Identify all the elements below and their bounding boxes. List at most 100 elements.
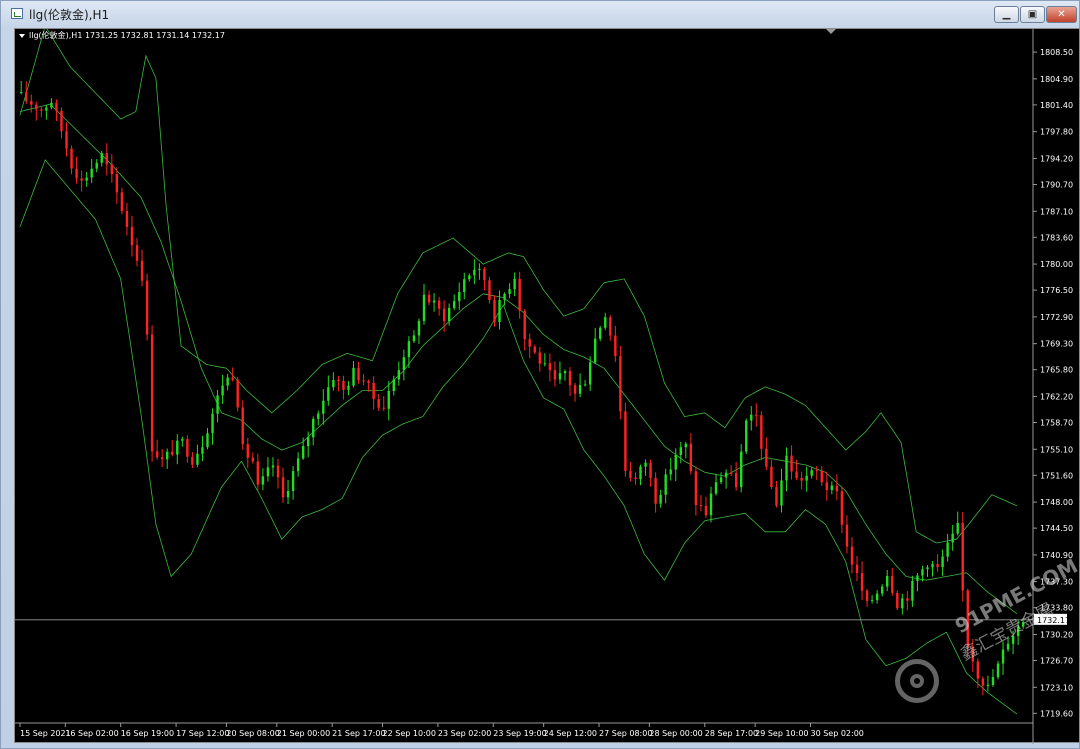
candle xyxy=(80,170,83,192)
candle xyxy=(347,381,350,396)
candle xyxy=(729,465,733,477)
y-tick-label: 1787.10 xyxy=(1040,207,1073,216)
candle xyxy=(714,474,718,496)
candle xyxy=(513,272,516,297)
candle-body xyxy=(70,148,73,169)
candle xyxy=(750,406,753,431)
candle xyxy=(478,263,481,280)
candle xyxy=(845,515,849,554)
candle xyxy=(493,295,496,327)
candle-body xyxy=(60,110,63,132)
candle xyxy=(191,452,194,469)
x-tick-label: 21 Sep 00:00 xyxy=(277,729,330,738)
candle xyxy=(840,486,844,534)
candle xyxy=(966,588,969,656)
candle-body xyxy=(870,600,874,602)
candle xyxy=(790,445,793,480)
candle-body xyxy=(991,677,995,685)
restore-button[interactable]: ▣ xyxy=(1020,6,1045,23)
candle-body xyxy=(694,471,698,506)
title-bar[interactable]: llg(伦敦金),H1 ▁ ▣ ✕ xyxy=(1,1,1079,27)
candle xyxy=(201,435,204,462)
candle-body xyxy=(810,470,813,476)
candle xyxy=(437,296,441,316)
candle-body xyxy=(271,465,275,468)
candle-body xyxy=(986,684,990,686)
candle-body xyxy=(734,472,738,488)
candle xyxy=(483,267,486,291)
candle xyxy=(875,590,879,604)
candle-body xyxy=(337,379,340,381)
candle-body xyxy=(362,380,365,382)
candle-body xyxy=(891,576,894,593)
candle xyxy=(860,561,864,600)
candle xyxy=(669,457,672,481)
candle-body xyxy=(95,162,98,169)
candle-body xyxy=(412,335,416,342)
candle-body xyxy=(583,384,587,386)
candle-body xyxy=(644,462,647,467)
candle-body xyxy=(65,131,68,149)
x-tick-label: 24 Sep 12:00 xyxy=(544,729,597,738)
candlestick-chart[interactable]: 1808.50 1804.90 1801.40 1797.80 1794.20 1790.… xyxy=(15,29,1080,744)
candle xyxy=(251,452,255,464)
candle-body xyxy=(981,678,985,686)
candle xyxy=(468,273,471,282)
close-button[interactable]: ✕ xyxy=(1046,6,1077,23)
candle-body xyxy=(176,440,179,455)
candle-body xyxy=(679,447,682,456)
candle xyxy=(85,171,88,187)
candle-body xyxy=(397,370,401,380)
candle xyxy=(286,479,290,505)
candle xyxy=(110,154,114,183)
candle-body xyxy=(251,457,255,462)
candle-body xyxy=(815,470,818,472)
candle xyxy=(35,101,38,121)
y-tick-label: 1755.10 xyxy=(1040,445,1073,454)
candle-body xyxy=(906,598,909,601)
candle xyxy=(740,444,743,493)
candle xyxy=(322,389,325,425)
candle xyxy=(186,435,189,463)
candle-body xyxy=(40,109,43,111)
candle-body xyxy=(855,564,859,574)
chart-area[interactable]: 1808.50 1804.90 1801.40 1797.80 1794.20 1790.… xyxy=(14,28,1080,744)
candle-body xyxy=(1006,643,1010,650)
candle-body xyxy=(835,485,839,492)
candle xyxy=(654,472,657,513)
x-tick-label: 29 Sep 10:00 xyxy=(755,729,808,738)
minimize-button[interactable]: ▁ xyxy=(994,6,1019,23)
y-tick-label: 1733.80 xyxy=(1040,604,1073,613)
candle-body xyxy=(201,447,204,454)
candle xyxy=(780,468,783,513)
y-tick-label: 1776.50 xyxy=(1040,286,1073,295)
candle-body xyxy=(45,107,48,111)
candle-body xyxy=(352,367,355,386)
y-tick-label: 1726.70 xyxy=(1040,657,1073,666)
y-tick-label: 1772.90 xyxy=(1040,313,1073,322)
candle-body xyxy=(332,379,335,388)
candle-body xyxy=(317,413,320,419)
candle xyxy=(387,381,390,421)
candle-body xyxy=(407,341,411,358)
candle xyxy=(825,471,828,501)
candle xyxy=(820,465,823,486)
candle xyxy=(246,437,249,469)
candle-body xyxy=(523,310,526,340)
candle-body xyxy=(659,494,662,504)
candle-body xyxy=(639,466,642,479)
candle xyxy=(45,104,48,120)
candle-body xyxy=(236,379,239,408)
bollinger-lower-band xyxy=(19,159,1018,715)
chart-shift-marker-icon xyxy=(826,29,836,34)
candle-body xyxy=(463,279,466,293)
candle xyxy=(40,106,43,118)
candle xyxy=(755,403,758,427)
candle xyxy=(211,408,214,445)
candle-body xyxy=(135,245,139,261)
candle-body xyxy=(35,104,38,110)
y-tick-label: 1797.80 xyxy=(1040,128,1073,137)
chart-menu-arrow-icon[interactable] xyxy=(19,34,25,38)
candle-body xyxy=(468,275,471,280)
candle-body xyxy=(306,437,310,447)
